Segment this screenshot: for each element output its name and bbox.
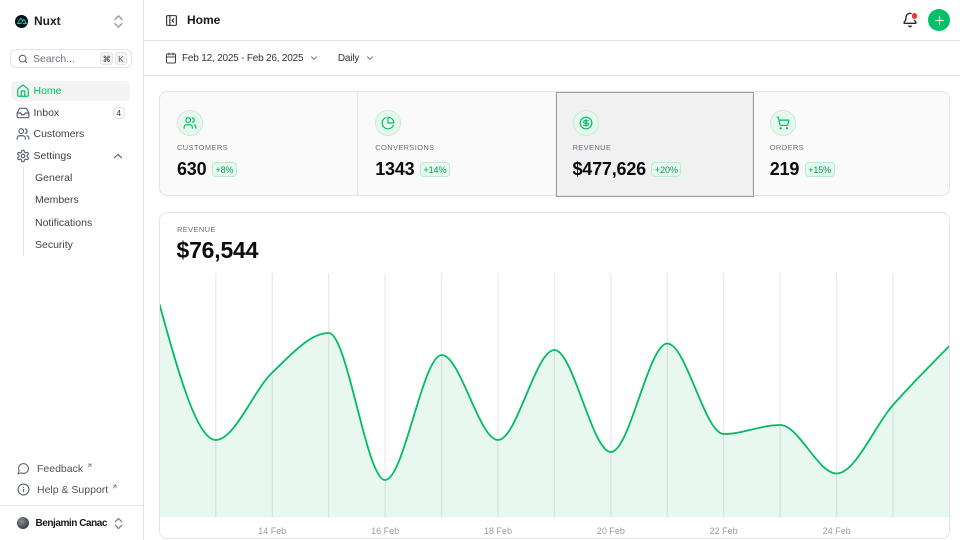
svg-text:24 Feb: 24 Feb xyxy=(823,526,851,536)
svg-text:14 Feb: 14 Feb xyxy=(258,526,286,536)
svg-text:20 Feb: 20 Feb xyxy=(597,526,625,536)
svg-text:22 Feb: 22 Feb xyxy=(710,526,738,536)
svg-text:16 Feb: 16 Feb xyxy=(371,526,399,536)
svg-text:18 Feb: 18 Feb xyxy=(484,526,512,536)
